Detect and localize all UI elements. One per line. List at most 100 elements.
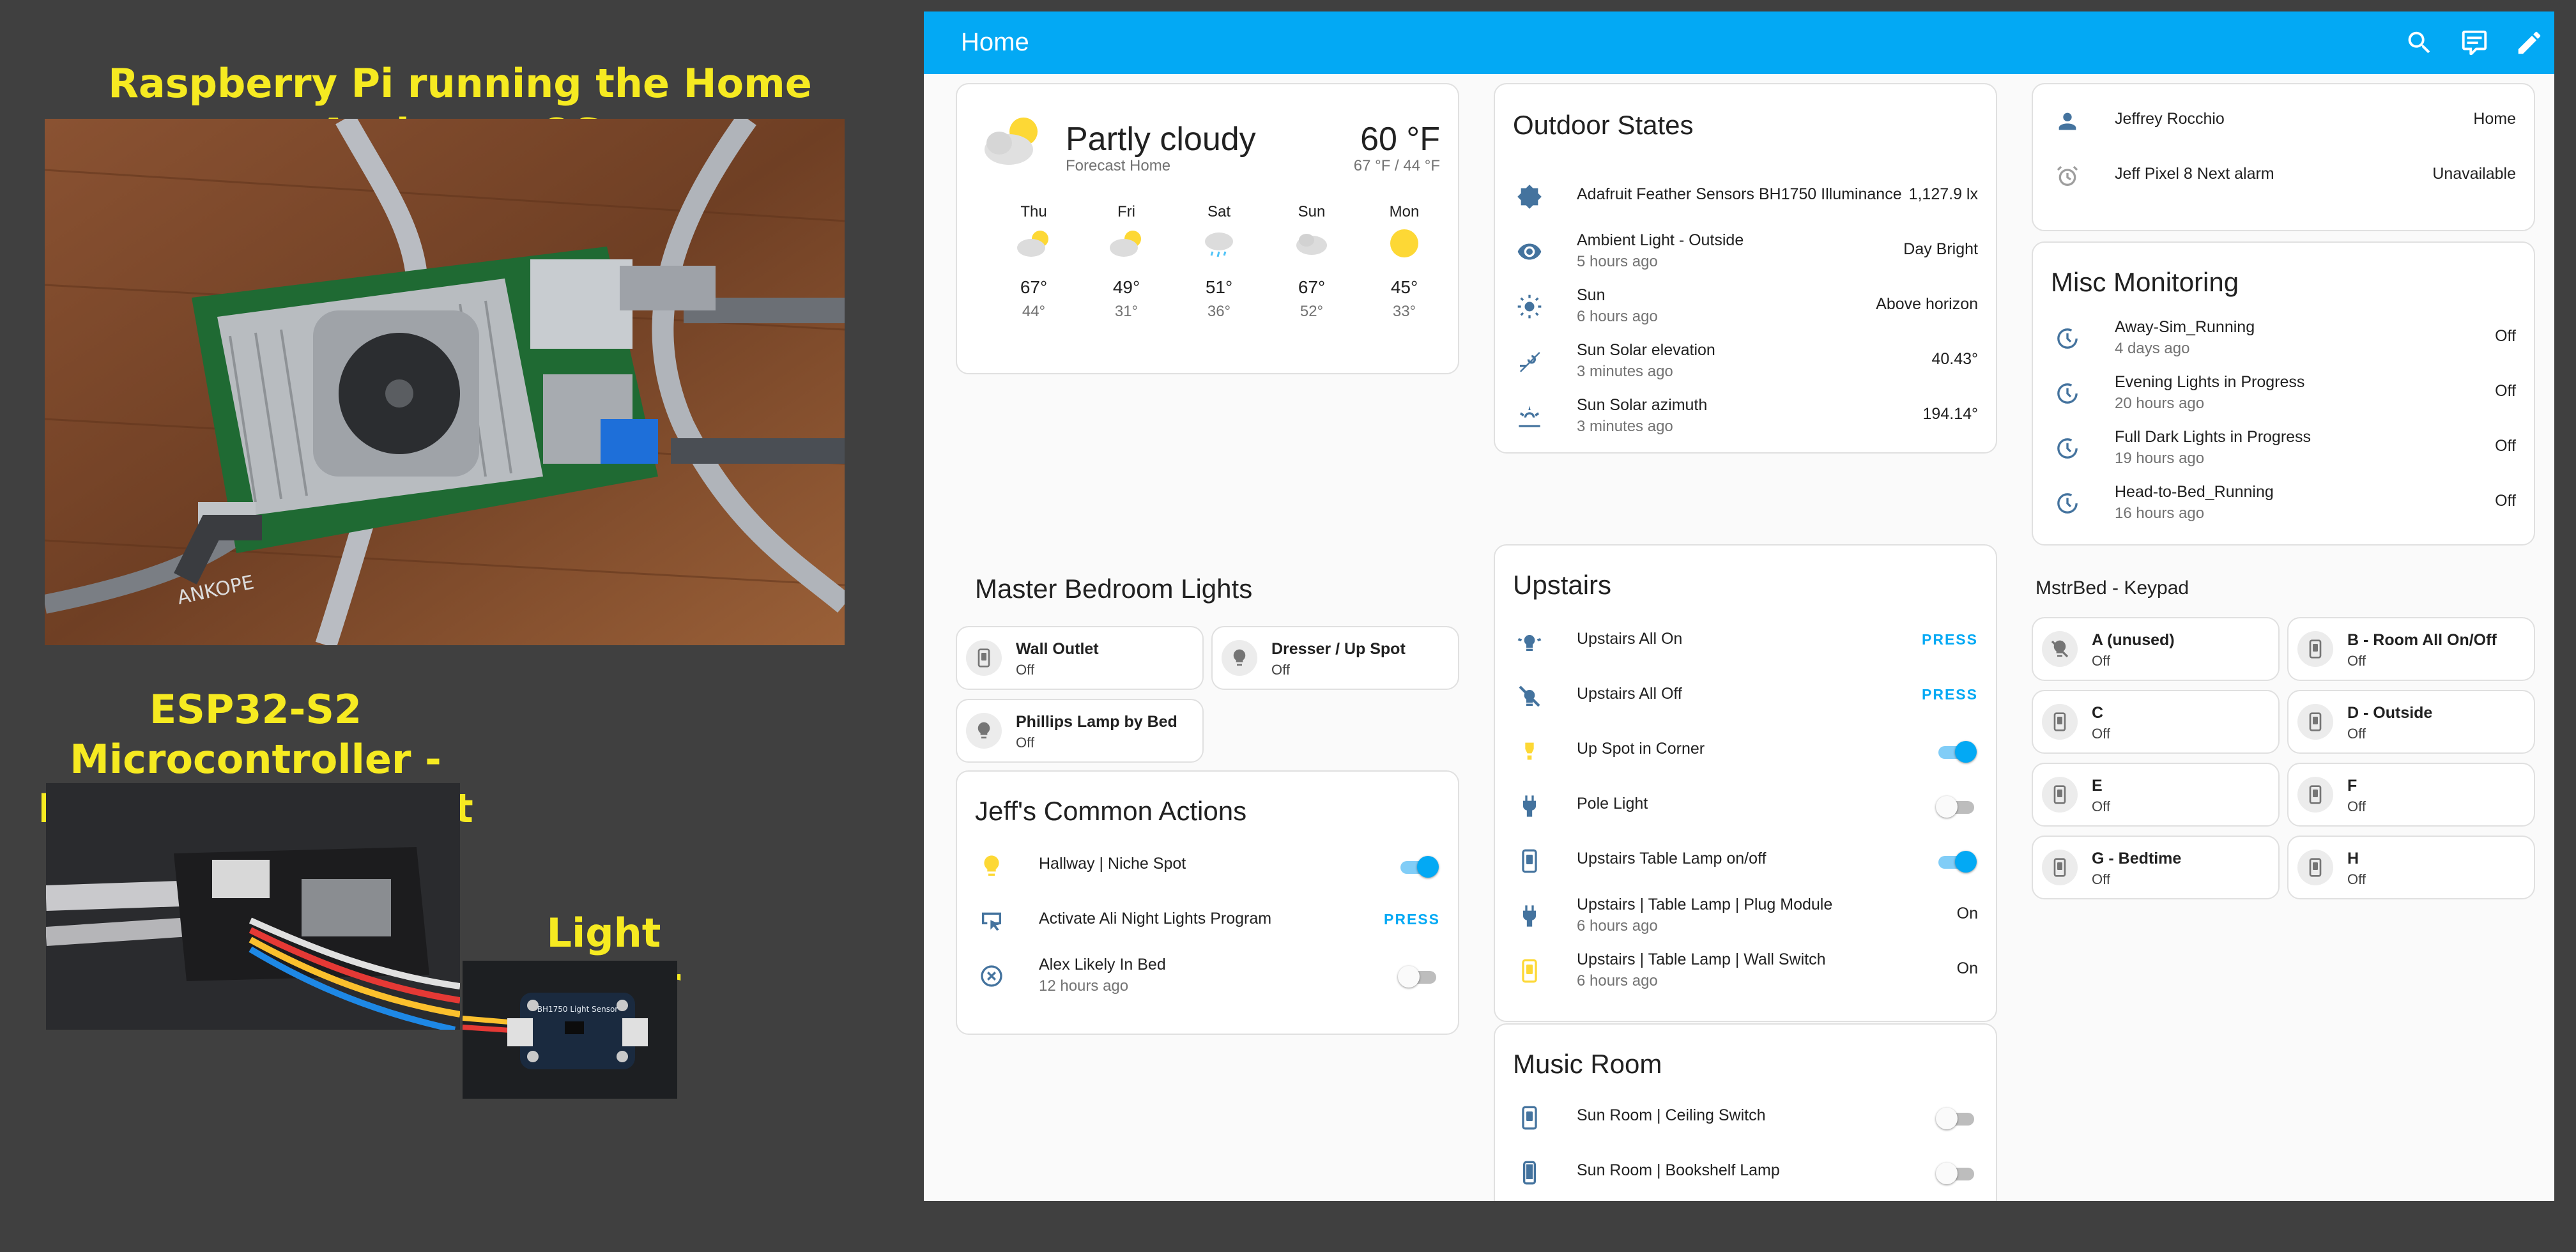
card-title: Outdoor States [1513,110,1694,140]
entity-row[interactable]: Upstairs | Table Lamp | Plug Module 6 hou… [1495,890,1996,942]
switch-icon[interactable] [2297,704,2333,740]
weather-condition: Partly cloudy [1066,121,1256,158]
entity-row[interactable]: Jeff Pixel 8 Next alarm Unavailable [2033,151,2534,202]
tile-card[interactable]: B - Room All On/Off Off [2287,617,2535,681]
tile-state: Off [2347,798,2366,814]
tile-card[interactable]: E Off [2032,763,2280,827]
tile-state: Off [1016,662,1034,678]
entity-name: Upstairs All Off [1577,685,1682,703]
switch-icon[interactable] [966,640,1002,676]
entity-name: Upstairs | Table Lamp | Plug Module [1577,896,1833,913]
press-button[interactable]: PRESS [1922,686,1978,703]
forecast-low: 36° [1207,303,1231,320]
entity-row[interactable]: Sun Room | Ceiling Switch [1495,1092,1996,1143]
entity-row[interactable]: Ambient Light - Outside 5 hours ago Day Br… [1495,226,1996,277]
entity-name: Activate Ali Night Lights Program [1039,910,1272,928]
entity-row[interactable]: Full Dark Lights in Progress 19 hours ago… [2033,423,2534,474]
toggle-knob [1955,851,1977,873]
brightness-icon [1517,184,1542,210]
entity-row[interactable]: Away-Sim_Running 4 days ago Off [2033,313,2534,364]
toggle-switch[interactable] [1936,741,1977,763]
entity-row[interactable]: Evening Lights in Progress 20 hours ago Of… [2033,368,2534,419]
tile-card[interactable]: F Off [2287,763,2535,827]
tile-card[interactable]: Phillips Lamp by Bed Off [956,699,1204,763]
entity-row[interactable]: Upstairs Table Lamp on/off [1495,836,1996,887]
toggle-switch[interactable] [1936,1163,1977,1184]
tile-name: Phillips Lamp by Bed [1016,713,1177,731]
tile-card[interactable]: Dresser / Up Spot Off [1211,626,1459,690]
forecast-high: 67° [1298,277,1326,297]
entity-state: Off [2495,437,2516,455]
entity-row[interactable]: Pole Light [1495,781,1996,832]
plug-icon [1517,793,1542,819]
toggle-switch[interactable] [1936,796,1977,818]
search-icon[interactable] [2405,28,2434,57]
script-icon [979,908,1004,934]
entity-row[interactable]: Upstairs All On PRESS [1495,616,1996,667]
forecast-day: Sun 67° 52° [1267,203,1356,321]
entity-last-changed: 20 hours ago [2115,395,2205,412]
entity-state: Off [2495,382,2516,400]
tile-card[interactable]: G - Bedtime Off [2032,836,2280,899]
toggle-switch[interactable] [1936,851,1977,873]
entity-row[interactable]: Jeffrey Rocchio Home [2033,96,2534,147]
entity-row[interactable]: Sun Room | Bookshelf Lamp [1495,1147,1996,1198]
entity-row[interactable]: Up Spot in Corner [1495,726,1996,777]
tile-card[interactable]: Wall Outlet Off [956,626,1204,690]
entity-last-changed: 19 hours ago [2115,450,2205,467]
toggle-switch[interactable] [1936,1108,1977,1129]
keypad-title: MstrBed - Keypad [2035,577,2189,599]
partly-cloudy-icon [985,118,1038,165]
weather-hi-lo: 67 °F / 44 °F [1353,157,1440,174]
weather-temperature: 60 °F [1360,121,1440,158]
dashboard-title: Home [961,28,1029,56]
tile-card[interactable]: A (unused) Off [2032,617,2280,681]
toggle-knob [1936,1163,1958,1184]
press-button[interactable]: PRESS [1922,631,1978,648]
bulb-icon[interactable] [966,713,1002,749]
entity-last-changed: 6 hours ago [1577,972,1658,989]
bulb-icon[interactable] [1222,640,1257,676]
plug-icon [1517,903,1542,929]
entity-name: Upstairs | Table Lamp | Wall Switch [1577,950,1826,968]
entity-row[interactable]: Head-to-Bed_Running 16 hours ago Off [2033,478,2534,529]
switch-icon[interactable] [2042,704,2078,740]
entity-row[interactable]: Hallway | Niche Spot [957,841,1458,892]
card-title: Misc Monitoring [2051,267,2239,297]
entity-name: Full Dark Lights in Progress [2115,428,2312,446]
tile-card[interactable]: D - Outside Off [2287,690,2535,754]
disabled-icon[interactable] [2042,631,2078,667]
entity-row[interactable]: Sun 6 hours ago Above horizon [1495,281,1996,332]
switch-icon[interactable] [2042,777,2078,813]
forecast-day-name: Mon [1389,203,1420,220]
press-button[interactable]: PRESS [1384,911,1440,928]
forecast-low: 31° [1114,303,1138,320]
tile-card[interactable]: H Off [2287,836,2535,899]
partly-cloudy-icon [989,221,1078,268]
tile-state: Off [2347,726,2366,742]
entity-name: Jeffrey Rocchio [2115,110,2225,128]
switch-icon[interactable] [2297,631,2333,667]
switch-icon[interactable] [2042,850,2078,885]
entity-row[interactable]: Sun Solar azimuth 3 minutes ago 194.14° [1495,391,1996,442]
entity-row[interactable]: Upstairs | Table Lamp | Wall Switch 6 hou… [1495,945,1996,996]
assist-icon[interactable] [2460,28,2489,57]
weather-forecast-card[interactable]: Partly cloudy Forecast Home 60 °F 67 °F … [956,83,1459,374]
tile-card[interactable]: C Off [2032,690,2280,754]
toggle-switch[interactable] [1398,966,1439,988]
entity-row[interactable]: Adafruit Feather Sensors BH1750 Illumina… [1495,171,1996,222]
entity-row[interactable]: Activate Ali Night Lights Program PRESS [957,896,1458,947]
entity-name: Adafruit Feather Sensors BH1750 Illumina… [1577,185,1902,203]
switch-icon[interactable] [2297,850,2333,885]
entity-name: Up Spot in Corner [1577,740,1705,758]
entity-row[interactable]: Upstairs All Off PRESS [1495,671,1996,722]
toggle-switch[interactable] [1398,856,1439,878]
switch-icon[interactable] [2297,777,2333,813]
entity-row[interactable]: Sun Solar elevation 3 minutes ago 40.43° [1495,336,1996,387]
entity-state: Unavailable [2432,165,2516,183]
tile-state: Off [1016,735,1034,751]
pencil-icon[interactable] [2515,28,2544,57]
entity-name: Away-Sim_Running [2115,318,2255,336]
entity-row[interactable]: Alex Likely In Bed 12 hours ago [957,950,1458,1002]
master-bedroom-title: Master Bedroom Lights [975,574,1253,604]
